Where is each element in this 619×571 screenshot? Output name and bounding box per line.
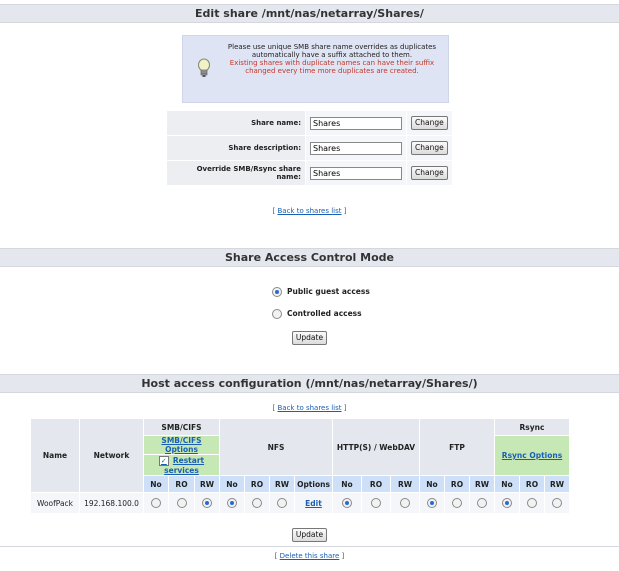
share-description-label: Share description: (167, 136, 305, 160)
smb-options-cell: SMB/CIFS Options (143, 435, 220, 455)
rsync-ro-radio[interactable] (527, 498, 537, 508)
http-rw-header: RW (390, 475, 420, 493)
public-access-radio[interactable] (272, 287, 282, 297)
controlled-access-option[interactable]: Controlled access (272, 309, 362, 319)
smb-rw-header: RW (194, 475, 220, 493)
restart-services-checkbox[interactable]: ✓ (158, 455, 169, 466)
access-update-button[interactable]: Update (291, 331, 328, 345)
delete-share-link[interactable]: Delete this share (280, 552, 340, 560)
rsync-no-header: No (494, 475, 520, 493)
rsync-options-cell: Rsync Options (494, 435, 570, 476)
share-form: Share name: Change Share description: Ch… (166, 110, 453, 186)
nfs-rw-header: RW (269, 475, 295, 493)
back-link-top: [ Back to shares list ] (272, 207, 347, 215)
http-no-header: No (332, 475, 362, 493)
nfs-rw-radio[interactable] (277, 498, 287, 508)
col-name-header: Name (30, 418, 80, 493)
divider (0, 546, 619, 547)
http-ro-radio[interactable] (371, 498, 381, 508)
host-name-cell: WoofPack (30, 492, 80, 514)
http-rw-radio[interactable] (400, 498, 410, 508)
change-name-button[interactable]: Change (411, 116, 448, 130)
ftp-no-header: No (419, 475, 445, 493)
smb-rw-radio[interactable] (202, 498, 212, 508)
change-override-button[interactable]: Change (411, 166, 448, 180)
override-name-label: Override SMB/Rsync share name: (167, 161, 305, 185)
access-mode-title: Share Access Control Mode (0, 248, 619, 267)
controlled-access-label: Controlled access (287, 309, 362, 318)
change-description-button[interactable]: Change (411, 141, 448, 155)
host-update-button[interactable]: Update (291, 528, 328, 542)
info-warning: Existing shares with duplicate names can… (229, 59, 435, 75)
restart-services-label: Restart services (164, 455, 205, 475)
host-back-link: [ Back to shares list ] (272, 404, 347, 412)
http-no-radio[interactable] (342, 498, 352, 508)
rsync-ro-header: RO (519, 475, 545, 493)
http-ro-header: RO (361, 475, 391, 493)
smb-no-header: No (143, 475, 169, 493)
col-network-header: Network (79, 418, 144, 493)
ftp-rw-header: RW (469, 475, 495, 493)
smb-header: SMB/CIFS (143, 418, 220, 436)
ftp-ro-header: RO (444, 475, 470, 493)
share-name-input[interactable] (310, 116, 402, 130)
delete-link-wrap: [ Delete this share ] (274, 552, 345, 560)
nfs-no-header: No (219, 475, 245, 493)
nfs-header: NFS (219, 418, 333, 476)
host-access-title: Host access configuration (/mnt/nas/neta… (0, 374, 619, 393)
smb-no-radio[interactable] (151, 498, 161, 508)
ftp-no-radio[interactable] (427, 498, 437, 508)
ftp-ro-radio[interactable] (452, 498, 462, 508)
edit-share-title: Edit share /mnt/nas/netarray/Shares/ (0, 4, 619, 23)
nfs-ro-radio[interactable] (252, 498, 262, 508)
rsync-rw-radio[interactable] (552, 498, 562, 508)
share-description-input[interactable] (310, 141, 402, 155)
info-box: Please use unique SMB share name overrid… (182, 35, 449, 103)
rsync-header: Rsync (494, 418, 570, 436)
back-to-shares-link[interactable]: Back to shares list (277, 207, 341, 215)
public-access-option[interactable]: Public guest access (272, 287, 370, 297)
smb-ro-radio[interactable] (176, 498, 187, 508)
nfs-ro-header: RO (244, 475, 270, 493)
host-network-cell: 192.168.100.0 (79, 492, 144, 514)
rsync-rw-header: RW (544, 475, 570, 493)
nfs-edit-link[interactable]: Edit (305, 499, 322, 508)
smb-options-link[interactable]: SMB/CIFS Options (161, 436, 201, 454)
ftp-rw-radio[interactable] (477, 498, 487, 508)
rsync-options-link[interactable]: Rsync Options (502, 451, 562, 460)
rsync-no-radio[interactable] (502, 498, 512, 508)
lightbulb-icon (198, 58, 210, 77)
public-access-label: Public guest access (287, 287, 370, 296)
nfs-no-radio[interactable] (227, 498, 237, 508)
nfs-options-header: Options (294, 475, 333, 493)
ftp-header: FTP (419, 418, 495, 476)
controlled-access-radio[interactable] (272, 309, 282, 319)
table-row: WoofPack 192.168.100.0 Edit (30, 492, 570, 514)
http-header: HTTP(S) / WebDAV (332, 418, 420, 476)
override-name-input[interactable] (310, 166, 402, 180)
host-back-to-shares-link[interactable]: Back to shares list (277, 404, 341, 412)
restart-services-cell: ✓ Restart services (143, 454, 220, 476)
info-text: Please use unique SMB share name overrid… (227, 43, 437, 59)
smb-ro-header: RO (168, 475, 195, 493)
host-access-table: Name Network SMB/CIFS NFS HTTP(S) / WebD… (30, 418, 570, 514)
share-name-label: Share name: (167, 111, 305, 135)
